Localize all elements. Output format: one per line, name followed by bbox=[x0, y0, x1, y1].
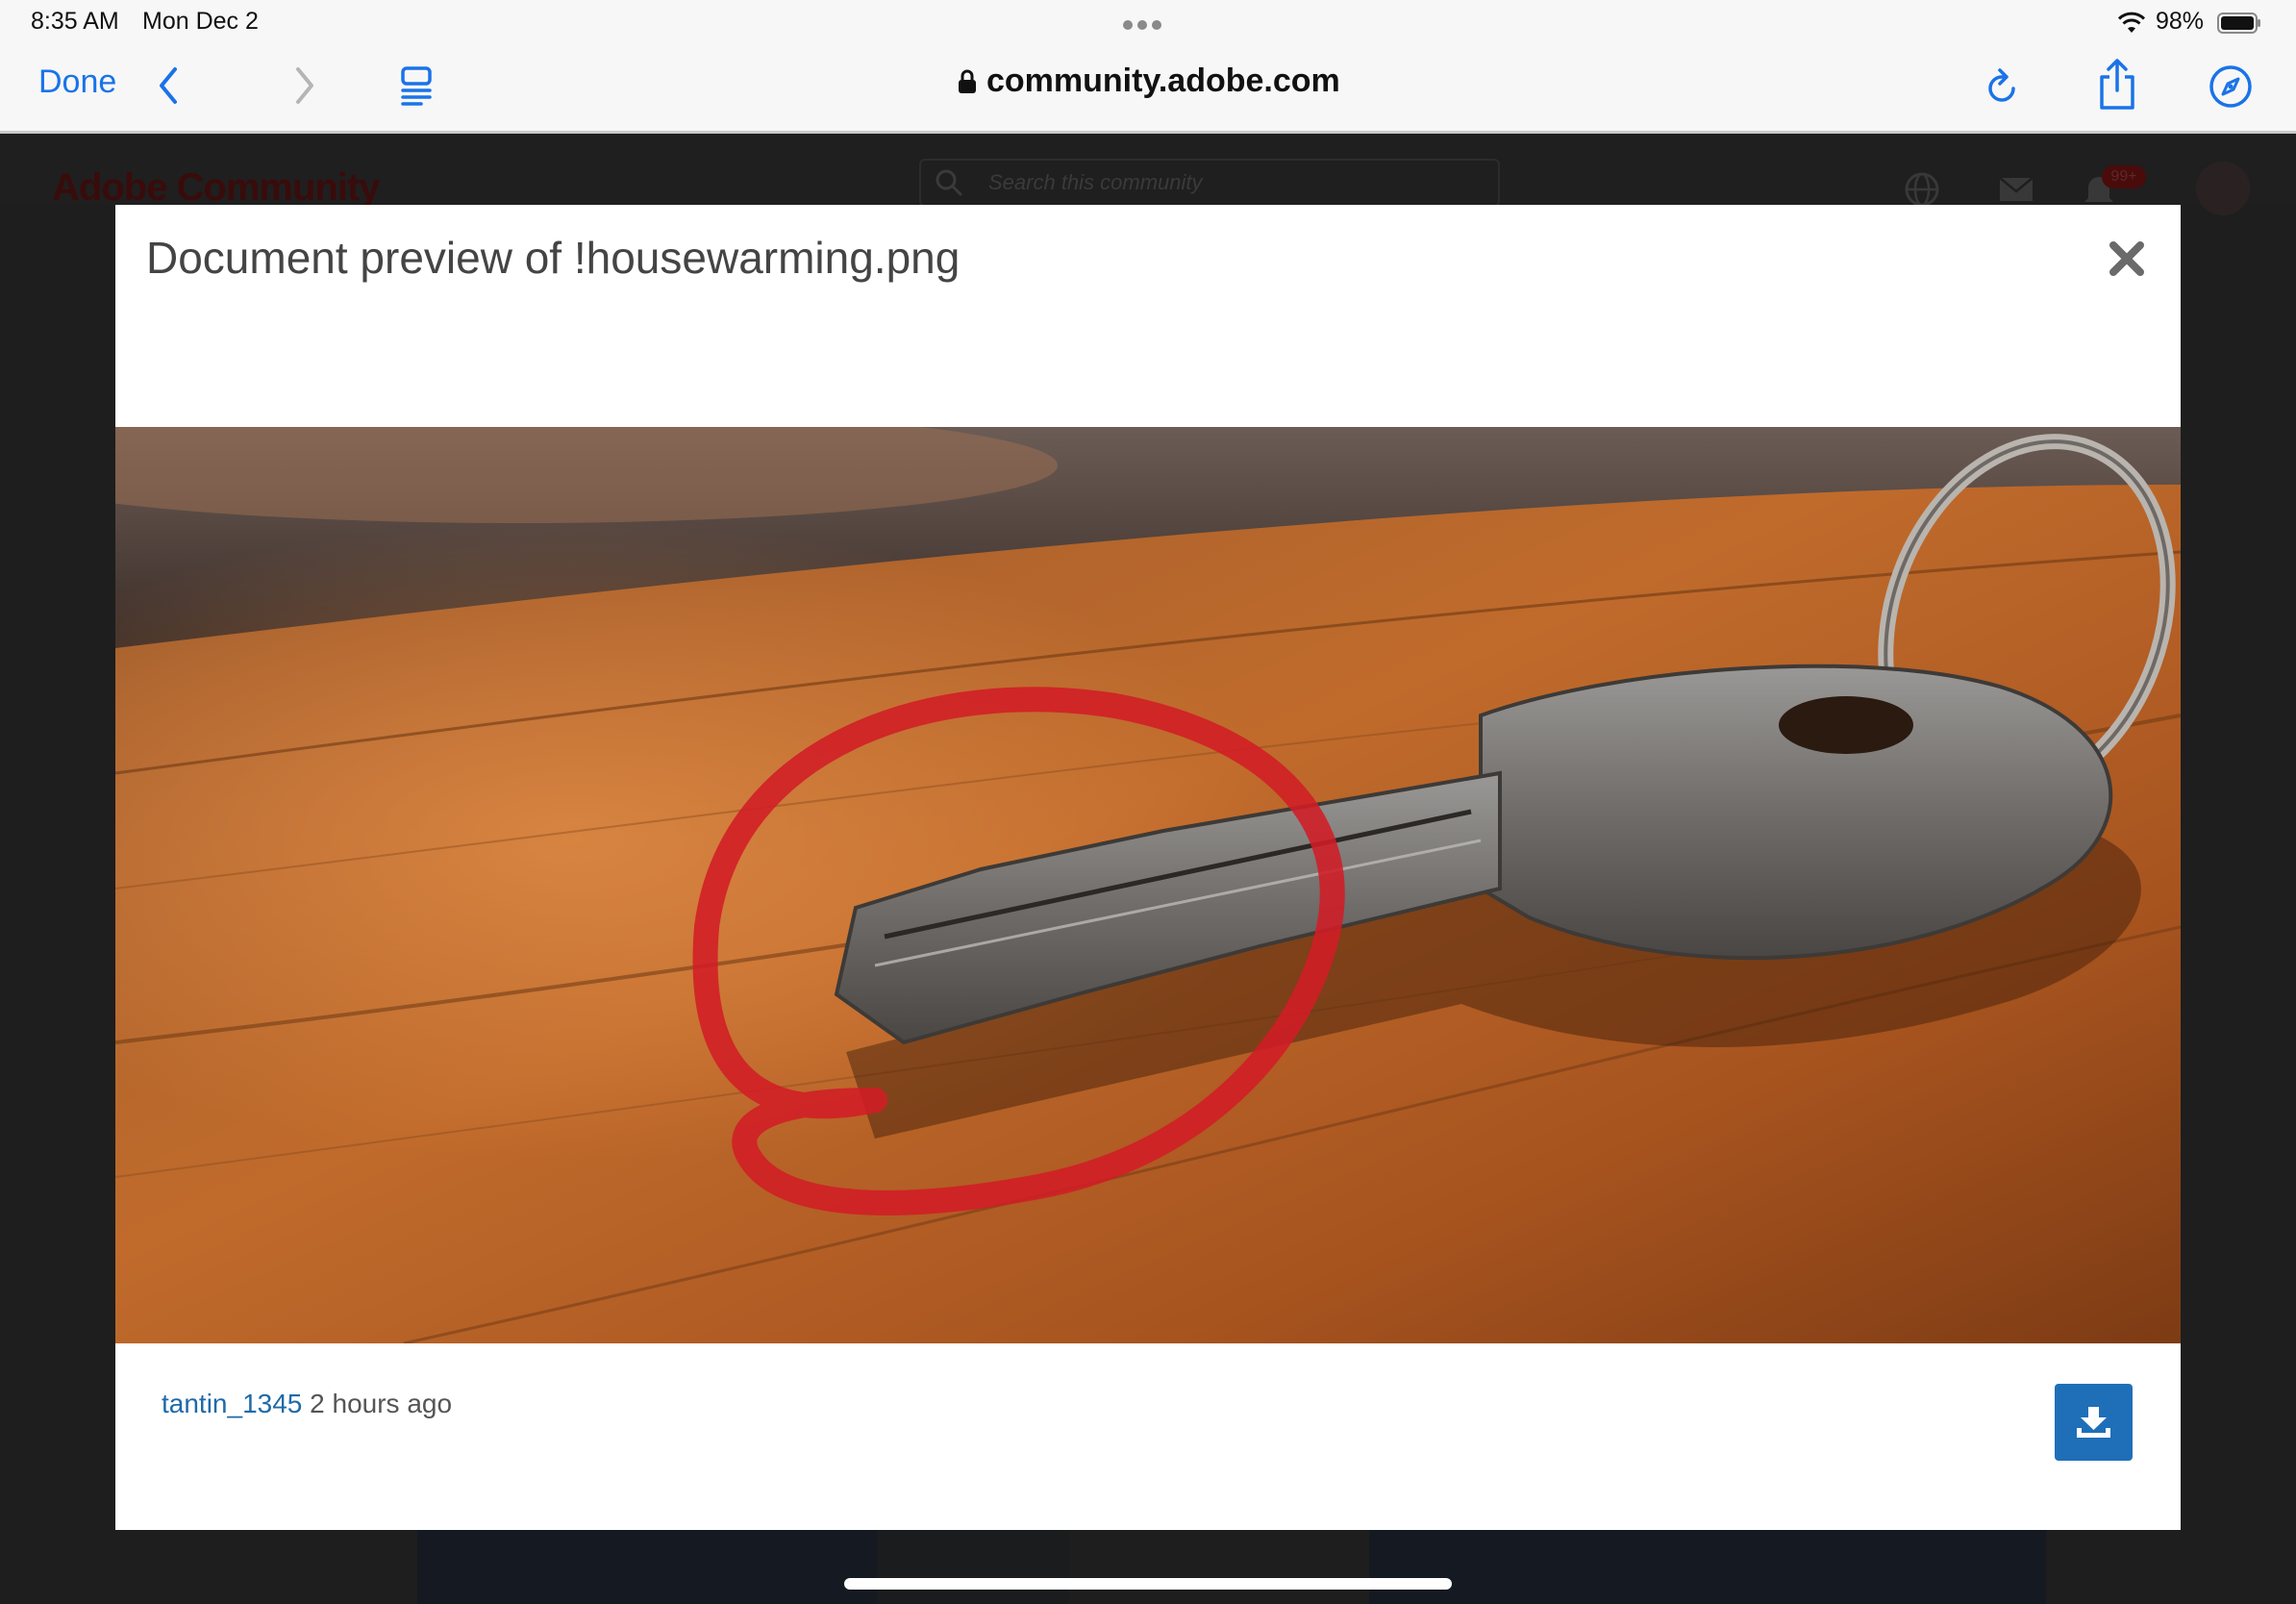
search-placeholder: Search this community bbox=[988, 170, 1203, 194]
community-search-input: Search this community bbox=[919, 159, 1500, 207]
background-thumbnail-mid bbox=[877, 1529, 1069, 1604]
close-icon[interactable] bbox=[2108, 239, 2146, 278]
background-thumbnail-right bbox=[1369, 1529, 2046, 1604]
adobe-community-logo: Adobe Community bbox=[52, 166, 381, 209]
done-button[interactable]: Done bbox=[38, 63, 116, 101]
status-date: Mon Dec 2 bbox=[142, 8, 259, 35]
lock-icon bbox=[959, 69, 976, 93]
document-preview-modal: Document preview of !housewarming.png ta… bbox=[115, 205, 2181, 1530]
compass-icon[interactable] bbox=[2208, 63, 2254, 110]
chevron-left-icon[interactable] bbox=[154, 63, 183, 108]
status-bar: 8:35 AM Mon Dec 2 98% bbox=[0, 0, 2296, 44]
download-button[interactable] bbox=[2055, 1384, 2133, 1461]
mail-icon bbox=[1999, 177, 2034, 201]
globe-icon bbox=[1905, 172, 1939, 207]
post-meta: tantin_1345 2 hours ago bbox=[162, 1389, 452, 1419]
modal-title: Document preview of !housewarming.png bbox=[146, 233, 961, 283]
avatar bbox=[2196, 162, 2250, 215]
battery-icon bbox=[2217, 13, 2260, 34]
community-header: Adobe Community Search this community bbox=[0, 134, 2296, 209]
home-indicator[interactable] bbox=[844, 1578, 1452, 1590]
battery-percentage: 98% bbox=[2156, 8, 2205, 35]
share-icon[interactable] bbox=[2096, 58, 2138, 112]
url-text: community.adobe.com bbox=[986, 63, 1340, 99]
status-time: 8:35 AM bbox=[31, 8, 119, 35]
multitasking-dots-icon[interactable] bbox=[1123, 17, 1167, 30]
author-link[interactable]: tantin_1345 bbox=[162, 1389, 302, 1418]
background-thumbnail-left bbox=[417, 1529, 877, 1604]
download-icon bbox=[2077, 1407, 2110, 1438]
tabs-icon[interactable] bbox=[400, 65, 435, 106]
chevron-right-icon[interactable] bbox=[290, 63, 319, 108]
notification-badge: 99+ bbox=[2102, 165, 2146, 188]
search-icon bbox=[936, 169, 962, 196]
reload-icon[interactable] bbox=[1984, 65, 2021, 108]
wifi-icon bbox=[2117, 12, 2146, 33]
image-preview bbox=[115, 427, 2181, 1343]
browser-toolbar: Done community.adobe.com bbox=[0, 44, 2296, 134]
post-time: 2 hours ago bbox=[310, 1389, 453, 1418]
address-bar[interactable]: community.adobe.com bbox=[958, 63, 1340, 100]
